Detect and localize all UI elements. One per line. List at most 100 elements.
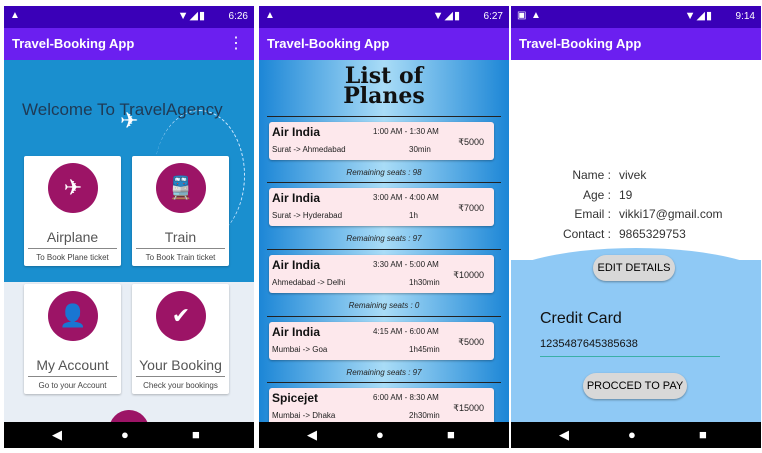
divider [267, 249, 501, 250]
divider [28, 248, 117, 249]
flight-times: 3:30 AM - 5:00 AM [373, 260, 439, 269]
airplane-tile[interactable]: ✈ Airplane To Book Plane ticket [24, 156, 121, 266]
status-time: 6:26 [228, 11, 248, 22]
edit-details-button[interactable]: EDIT DETAILS [593, 255, 675, 281]
flight-times: 3:00 AM - 4:00 AM [373, 193, 439, 202]
flight-route: Surat -> Ahmedabad [272, 145, 346, 154]
flight-duration: 2h30min [409, 411, 440, 420]
flight-card[interactable]: Spicejet 6:00 AM - 8:30 AM Mumbai -> Dha… [269, 388, 494, 422]
status-bar: ▲ ▼◢▮ 6:26 [4, 6, 254, 28]
divider [267, 382, 501, 383]
status-time: 9:14 [735, 11, 755, 22]
flight-duration: 1h [409, 211, 418, 220]
app-bar: Travel-Booking App [259, 28, 509, 60]
flight-times: 6:00 AM - 8:30 AM [373, 393, 439, 402]
home-icon[interactable]: ● [628, 427, 636, 442]
nav-bar: ◀ ● ■ [4, 422, 254, 448]
flight-duration: 30min [409, 145, 431, 154]
flight-price: ₹15000 [453, 403, 484, 413]
credit-card-input[interactable]: 1235487645385638 [540, 338, 720, 357]
overflow-menu-icon[interactable]: ⋮ [228, 33, 244, 53]
back-icon[interactable]: ◀ [559, 427, 569, 443]
app-bar: Travel-Booking App ⋮ [4, 28, 254, 60]
name-value: vivek [619, 168, 647, 182]
signal-wifi-battery-icons: ▼◢▮ [432, 10, 461, 22]
airplane-decoration-icon: ✈ [120, 108, 139, 133]
train-tile[interactable]: 🚆 Train To Book Train ticket [132, 156, 229, 266]
train-icon: 🚆 [156, 163, 206, 213]
recents-icon[interactable]: ■ [192, 427, 200, 442]
back-icon[interactable]: ◀ [52, 427, 62, 443]
divider [267, 316, 501, 317]
flight-price: ₹7000 [458, 203, 484, 213]
airplane-icon: ✈ [48, 163, 98, 213]
airline-name: Air India [272, 258, 321, 272]
divider [267, 182, 501, 183]
flight-times: 1:00 AM - 1:30 AM [373, 127, 439, 136]
contact-label: Contact : [562, 227, 611, 241]
plane-list-content: List of Planes Air India 1:00 AM - 1:30 … [259, 60, 509, 422]
tile-subtitle: Check your bookings [143, 381, 218, 390]
status-bar: ▣ ▲ ▼◢▮ 9:14 [511, 6, 761, 28]
status-time: 6:27 [483, 11, 503, 22]
remaining-seats: Remaining seats : 98 [346, 168, 422, 177]
back-icon[interactable]: ◀ [307, 427, 317, 443]
remaining-seats: Remaining seats : 97 [346, 368, 422, 377]
signal-wifi-battery-icons: ▼◢▮ [684, 10, 713, 22]
app-title: Travel-Booking App [12, 36, 135, 51]
flight-route: Ahmedabad -> Delhi [272, 278, 346, 287]
tile-title: My Account [36, 357, 109, 373]
tile-title: Airplane [46, 229, 99, 245]
airline-name: Air India [272, 125, 321, 139]
flight-card[interactable]: Air India 3:00 AM - 4:00 AM Surat -> Hyd… [269, 188, 494, 226]
flight-price: ₹10000 [453, 270, 484, 280]
flight-duration: 1h30min [409, 278, 440, 287]
flight-duration: 1h45min [409, 345, 440, 354]
divider [267, 116, 501, 117]
remaining-seats: Remaining seats : 0 [348, 301, 420, 310]
list-title-line2: Planes [343, 83, 425, 109]
flight-card[interactable]: Air India 4:15 AM - 6:00 AM Mumbai -> Go… [269, 322, 494, 360]
remaining-seats: Remaining seats : 97 [346, 234, 422, 243]
proceed-to-pay-button[interactable]: PROCCED TO PAY [583, 373, 687, 399]
warning-icon: ▲ [10, 10, 20, 21]
divider [28, 376, 117, 377]
phone-screen-home: ▲ ▼◢▮ 6:26 Travel-Booking App ⋮ Welcome … [4, 6, 254, 448]
tile-subtitle: Go to your Account [38, 381, 107, 390]
airline-name: Spicejet [272, 391, 319, 405]
flight-price: ₹5000 [458, 337, 484, 347]
contact-value: 9865329753 [619, 227, 686, 241]
account-content: Name : vivek Age : 19 Email : vikki17@gm… [511, 60, 761, 422]
tile-subtitle: To Book Plane ticket [36, 253, 109, 262]
email-value: vikki17@gmail.com [619, 207, 723, 221]
name-label: Name : [572, 168, 611, 182]
account-icon: 👤 [48, 291, 98, 341]
phone-screen-plane-list: ▲ ▼◢▮ 6:27 Travel-Booking App List of Pl… [259, 6, 509, 448]
flight-times: 4:15 AM - 6:00 AM [373, 327, 439, 336]
recents-icon[interactable]: ■ [699, 427, 707, 442]
age-label: Age : [582, 188, 611, 202]
warning-icon: ▲ [531, 10, 541, 21]
tile-title: Your Booking [139, 357, 222, 373]
airline-name: Air India [272, 325, 321, 339]
warning-icon: ▲ [265, 10, 275, 21]
gallery-icon: ▣ [517, 10, 527, 21]
home-content: Welcome To TravelAgency ✈ ✈ Airplane To … [4, 60, 254, 422]
flight-card[interactable]: Air India 3:30 AM - 5:00 AM Ahmedabad ->… [269, 255, 494, 293]
home-icon[interactable]: ● [376, 427, 384, 442]
flight-price: ₹5000 [458, 137, 484, 147]
recents-icon[interactable]: ■ [447, 427, 455, 442]
home-icon[interactable]: ● [121, 427, 129, 442]
airline-name: Air India [272, 191, 321, 205]
list-title: List of Planes [259, 65, 509, 109]
your-booking-tile[interactable]: ✔ Your Booking Check your bookings [132, 284, 229, 394]
flight-route: Surat -> Hyderabad [272, 211, 343, 220]
app-title: Travel-Booking App [519, 36, 642, 51]
tile-subtitle: To Book Train ticket [145, 253, 216, 262]
flight-route: Mumbai -> Dhaka [272, 411, 336, 420]
my-account-tile[interactable]: 👤 My Account Go to your Account [24, 284, 121, 394]
flight-card[interactable]: Air India 1:00 AM - 1:30 AM Surat -> Ahm… [269, 122, 494, 160]
app-title: Travel-Booking App [267, 36, 390, 51]
nav-bar: ◀ ● ■ [511, 422, 761, 448]
nav-bar: ◀ ● ■ [259, 422, 509, 448]
